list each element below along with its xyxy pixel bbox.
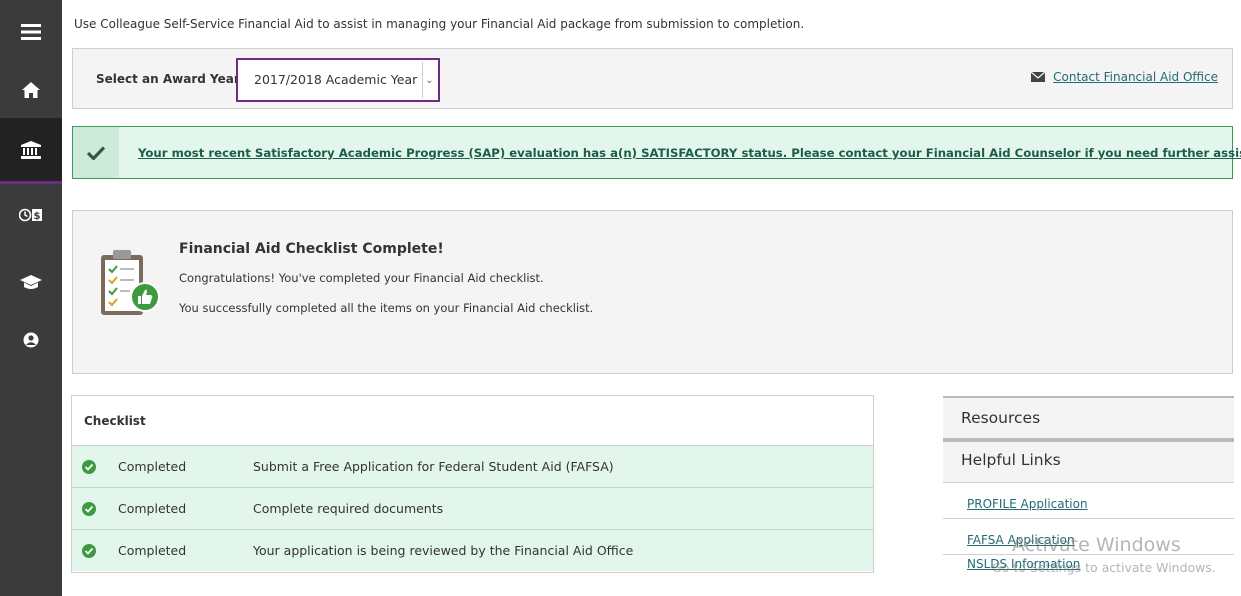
checkmark-icon	[87, 145, 105, 160]
home-icon	[22, 82, 40, 98]
profile-nav-button[interactable]	[0, 325, 62, 355]
check-circle-icon	[82, 544, 96, 558]
chevron-down-icon: ⌄	[422, 62, 436, 98]
academics-nav-button[interactable]	[0, 268, 62, 298]
checklist-description: Submit a Free Application for Federal St…	[253, 459, 614, 474]
finance-nav-button[interactable]: $	[0, 200, 62, 230]
contact-financial-aid-link[interactable]: Contact Financial Aid Office	[1053, 70, 1218, 84]
award-year-select[interactable]: 2017/2018 Academic Year ⌄	[236, 58, 440, 102]
resources-title: Resources	[943, 396, 1234, 442]
activate-windows-watermark: Activate Windows	[1012, 534, 1181, 556]
checklist-complete-panel: Financial Aid Checklist Complete! Congra…	[72, 210, 1233, 374]
award-year-label: Select an Award Year:	[96, 72, 245, 86]
user-circle-icon	[23, 332, 39, 348]
sap-status-link[interactable]: Your most recent Satisfactory Academic P…	[138, 146, 1241, 160]
checklist-row: Completed Complete required documents	[72, 488, 873, 530]
checklist-status: Completed	[118, 501, 187, 516]
award-year-selected-value: 2017/2018 Academic Year	[254, 72, 418, 87]
checklist-description: Complete required documents	[253, 501, 444, 516]
checklist-row: Completed Submit a Free Application for …	[72, 446, 873, 488]
graduation-cap-icon	[20, 275, 42, 289]
checklist-complete-message: Congratulations! You've completed your F…	[179, 271, 544, 285]
svg-text:$: $	[34, 211, 41, 222]
envelope-icon	[1031, 72, 1046, 82]
checklist-status: Completed	[118, 543, 187, 558]
sap-status-banner: Your most recent Satisfactory Academic P…	[72, 126, 1241, 179]
checklist-status: Completed	[118, 459, 187, 474]
home-button[interactable]	[0, 65, 62, 115]
clipboard-thumbs-up-icon	[101, 250, 160, 315]
financial-aid-nav-button[interactable]	[0, 118, 62, 184]
check-circle-icon	[82, 502, 96, 516]
resource-link-item: PROFILE Application	[943, 483, 1234, 519]
clock-dollar-icon: $	[19, 208, 42, 222]
checklist-table: Checklist Completed Submit a Free Applic…	[71, 395, 874, 573]
sidebar: $	[0, 0, 62, 596]
sap-icon-box	[73, 127, 119, 178]
intro-text: Use Colleague Self-Service Financial Aid…	[74, 17, 805, 31]
helpful-links-title: Helpful Links	[943, 442, 1234, 483]
menu-button[interactable]	[0, 12, 62, 52]
profile-application-link[interactable]: PROFILE Application	[967, 497, 1088, 511]
bank-icon	[21, 140, 41, 159]
activate-windows-hint: Go to Settings to activate Windows.	[992, 560, 1216, 575]
award-year-panel: Select an Award Year: 2017/2018 Academic…	[72, 48, 1233, 109]
menu-icon	[21, 24, 41, 40]
checklist-row: Completed Your application is being revi…	[72, 530, 873, 571]
checklist-description: Your application is being reviewed by th…	[253, 543, 634, 558]
checklist-complete-title: Financial Aid Checklist Complete!	[179, 241, 444, 257]
checklist-complete-detail: You successfully completed all the items…	[179, 301, 594, 315]
checklist-header: Checklist	[72, 396, 873, 446]
check-circle-icon	[82, 460, 96, 474]
contact-financial-aid[interactable]: Contact Financial Aid Office	[1031, 70, 1218, 84]
